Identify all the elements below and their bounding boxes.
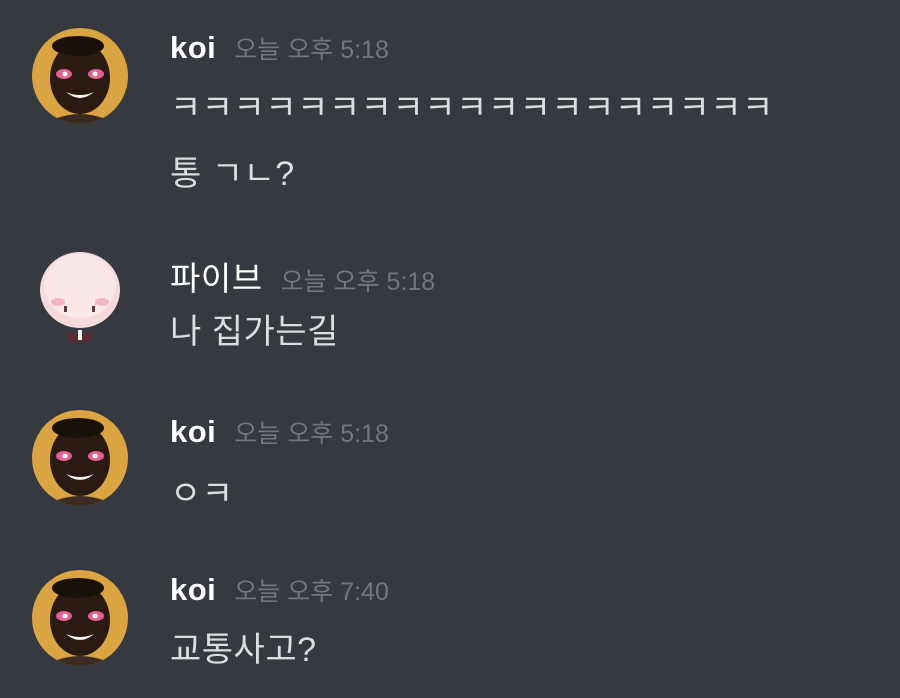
timestamp[interactable]: 오늘 오후 5:18 (281, 262, 436, 298)
username[interactable]: koi (170, 414, 216, 450)
message-text: 교통사고? (170, 631, 317, 669)
timestamp[interactable]: 오늘 오후 5:18 (234, 30, 389, 66)
timestamp[interactable]: 오늘 오후 7:40 (234, 572, 389, 608)
koi-avatar[interactable] (32, 28, 128, 124)
timestamp[interactable]: 오늘 오후 5:18 (234, 414, 389, 450)
message-text: 나 집가는길 (170, 313, 339, 351)
username[interactable]: koi (170, 30, 216, 66)
message-header: 파이브 오늘 오후 5:18 (170, 252, 435, 297)
username[interactable]: 파이브 (170, 252, 263, 300)
koi-avatar[interactable] (32, 570, 128, 666)
five-avatar[interactable] (32, 246, 128, 342)
message-header: koi 오늘 오후 5:18 (170, 414, 389, 454)
message-text: ㅋㅋㅋㅋㅋㅋㅋㅋㅋㅋㅋㅋㅋㅋㅋㅋㅋㅋㅋ (170, 89, 774, 127)
koi-avatar[interactable] (32, 410, 128, 506)
chat-message-list: koi 오늘 오후 5:18 ㅋㅋㅋㅋㅋㅋㅋㅋㅋㅋㅋㅋㅋㅋㅋㅋㅋㅋㅋ 통 ㄱㄴ?… (0, 0, 900, 698)
message-text: 통 ㄱㄴ? (170, 155, 295, 193)
username[interactable]: koi (170, 572, 216, 608)
message-header: koi 오늘 오후 7:40 (170, 572, 389, 612)
message-text: ㅇㅋ (170, 475, 234, 513)
message-header: koi 오늘 오후 5:18 (170, 30, 389, 70)
